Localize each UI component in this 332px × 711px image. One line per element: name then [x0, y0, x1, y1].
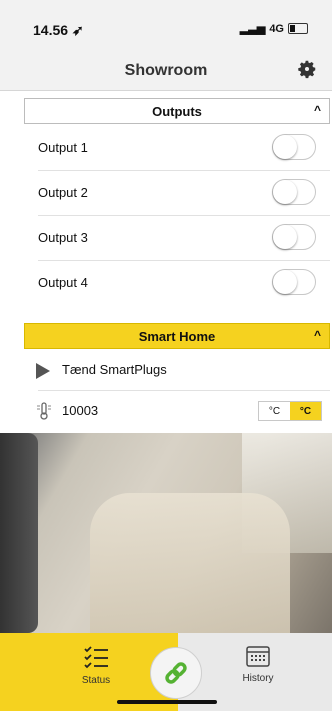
gear-icon[interactable] — [296, 58, 318, 80]
home-indicator — [117, 700, 217, 704]
toggle-knob — [273, 135, 297, 159]
outputs-panel: Output 1 Output 2 Output 3 Output 4 — [24, 126, 330, 306]
output-label: Output 4 — [38, 275, 88, 290]
background-photo — [0, 433, 332, 633]
link-icon — [165, 662, 187, 684]
unit-toggle[interactable]: °C °C — [258, 401, 322, 421]
photo-keypad — [0, 433, 38, 633]
outputs-title: Outputs — [152, 103, 202, 119]
output-label: Output 2 — [38, 185, 88, 200]
output-1-toggle[interactable] — [272, 134, 316, 160]
smartplug-row[interactable]: Tænd SmartPlugs — [24, 350, 330, 390]
sensor-value: 10003 — [62, 403, 99, 418]
tab-status[interactable]: Status — [66, 643, 126, 686]
output-3-toggle[interactable] — [272, 224, 316, 250]
status-time: 14.56 ➶ — [33, 22, 84, 38]
chevron-up-icon: ^ — [313, 328, 321, 342]
unit-option-selected[interactable]: °C — [290, 402, 321, 420]
outputs-header[interactable]: Outputs ^ — [24, 98, 330, 124]
page-title: Showroom — [124, 62, 208, 79]
photo-sofa — [90, 493, 290, 633]
output-4-toggle[interactable] — [272, 269, 316, 295]
toggle-knob — [273, 270, 297, 294]
status-network: ▂▃▅ 4G — [240, 22, 308, 35]
checklist-icon — [84, 646, 108, 669]
chevron-up-icon: ^ — [313, 103, 321, 117]
calendar-icon — [246, 646, 270, 667]
smartplug-label: Tænd SmartPlugs — [62, 362, 167, 377]
output-row: Output 4 — [24, 261, 330, 305]
toggle-knob — [273, 180, 297, 204]
output-row: Output 3 — [24, 216, 330, 260]
signal-icon: ▂▃▅ — [239, 23, 266, 35]
tab-status-label: Status — [81, 675, 111, 686]
battery-icon — [288, 23, 308, 34]
thermometer-icon — [37, 402, 51, 420]
output-label: Output 1 — [38, 140, 88, 155]
app-header: Showroom — [0, 50, 332, 91]
sensor-row: 10003 °C °C — [24, 391, 330, 431]
smart-home-header[interactable]: Smart Home ^ — [24, 323, 330, 349]
output-label: Output 3 — [38, 230, 88, 245]
output-row: Output 2 — [24, 171, 330, 215]
network-type: 4G — [269, 22, 284, 35]
toggle-knob — [273, 225, 297, 249]
tab-history[interactable]: History — [228, 643, 288, 684]
unit-option[interactable]: °C — [259, 402, 290, 420]
link-button[interactable] — [150, 647, 202, 699]
location-icon: ➶ — [71, 22, 84, 38]
play-icon — [36, 363, 50, 379]
output-row: Output 1 — [24, 126, 330, 170]
smart-home-title: Smart Home — [138, 328, 216, 344]
output-2-toggle[interactable] — [272, 179, 316, 205]
smart-home-panel: Tænd SmartPlugs 10003 °C °C — [24, 350, 330, 432]
tab-history-label: History — [242, 673, 274, 684]
